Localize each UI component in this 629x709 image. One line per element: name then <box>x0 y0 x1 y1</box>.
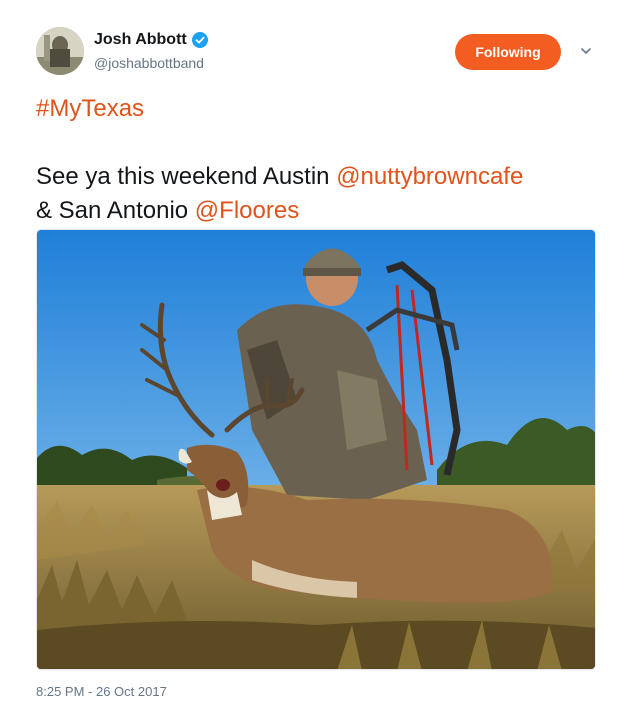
user-handle[interactable]: @joshabbottband <box>94 55 204 71</box>
display-name[interactable]: Josh Abbott <box>94 31 187 49</box>
avatar[interactable] <box>36 27 84 75</box>
tweet-card: Josh Abbott @joshabbottband Following #M… <box>0 0 629 709</box>
tweet-line-1-text: See ya this weekend Austin <box>36 163 337 190</box>
tweet-line-2: & San Antonio @Floores <box>36 194 606 228</box>
tweet-line-1: See ya this weekend Austin @nuttybrownca… <box>36 160 606 194</box>
chevron-down-icon[interactable] <box>577 42 595 60</box>
mention-floores-link[interactable]: @Floores <box>195 197 299 224</box>
mention-nuttybrowncafe-link[interactable]: @nuttybrowncafe <box>336 163 523 190</box>
tweet-text: #MyTexas See ya this weekend Austin @nut… <box>36 92 606 228</box>
tweet-photo[interactable] <box>36 229 596 670</box>
timestamp[interactable]: 8:25 PM - 26 Oct 2017 <box>36 684 167 699</box>
tweet-line-2-text: & San Antonio <box>36 197 195 224</box>
verified-badge-icon <box>191 32 208 48</box>
text-spacer <box>36 126 606 160</box>
following-button[interactable]: Following <box>455 34 561 70</box>
hashtag-link[interactable]: #MyTexas <box>36 92 606 126</box>
name-row: Josh Abbott <box>94 31 208 49</box>
